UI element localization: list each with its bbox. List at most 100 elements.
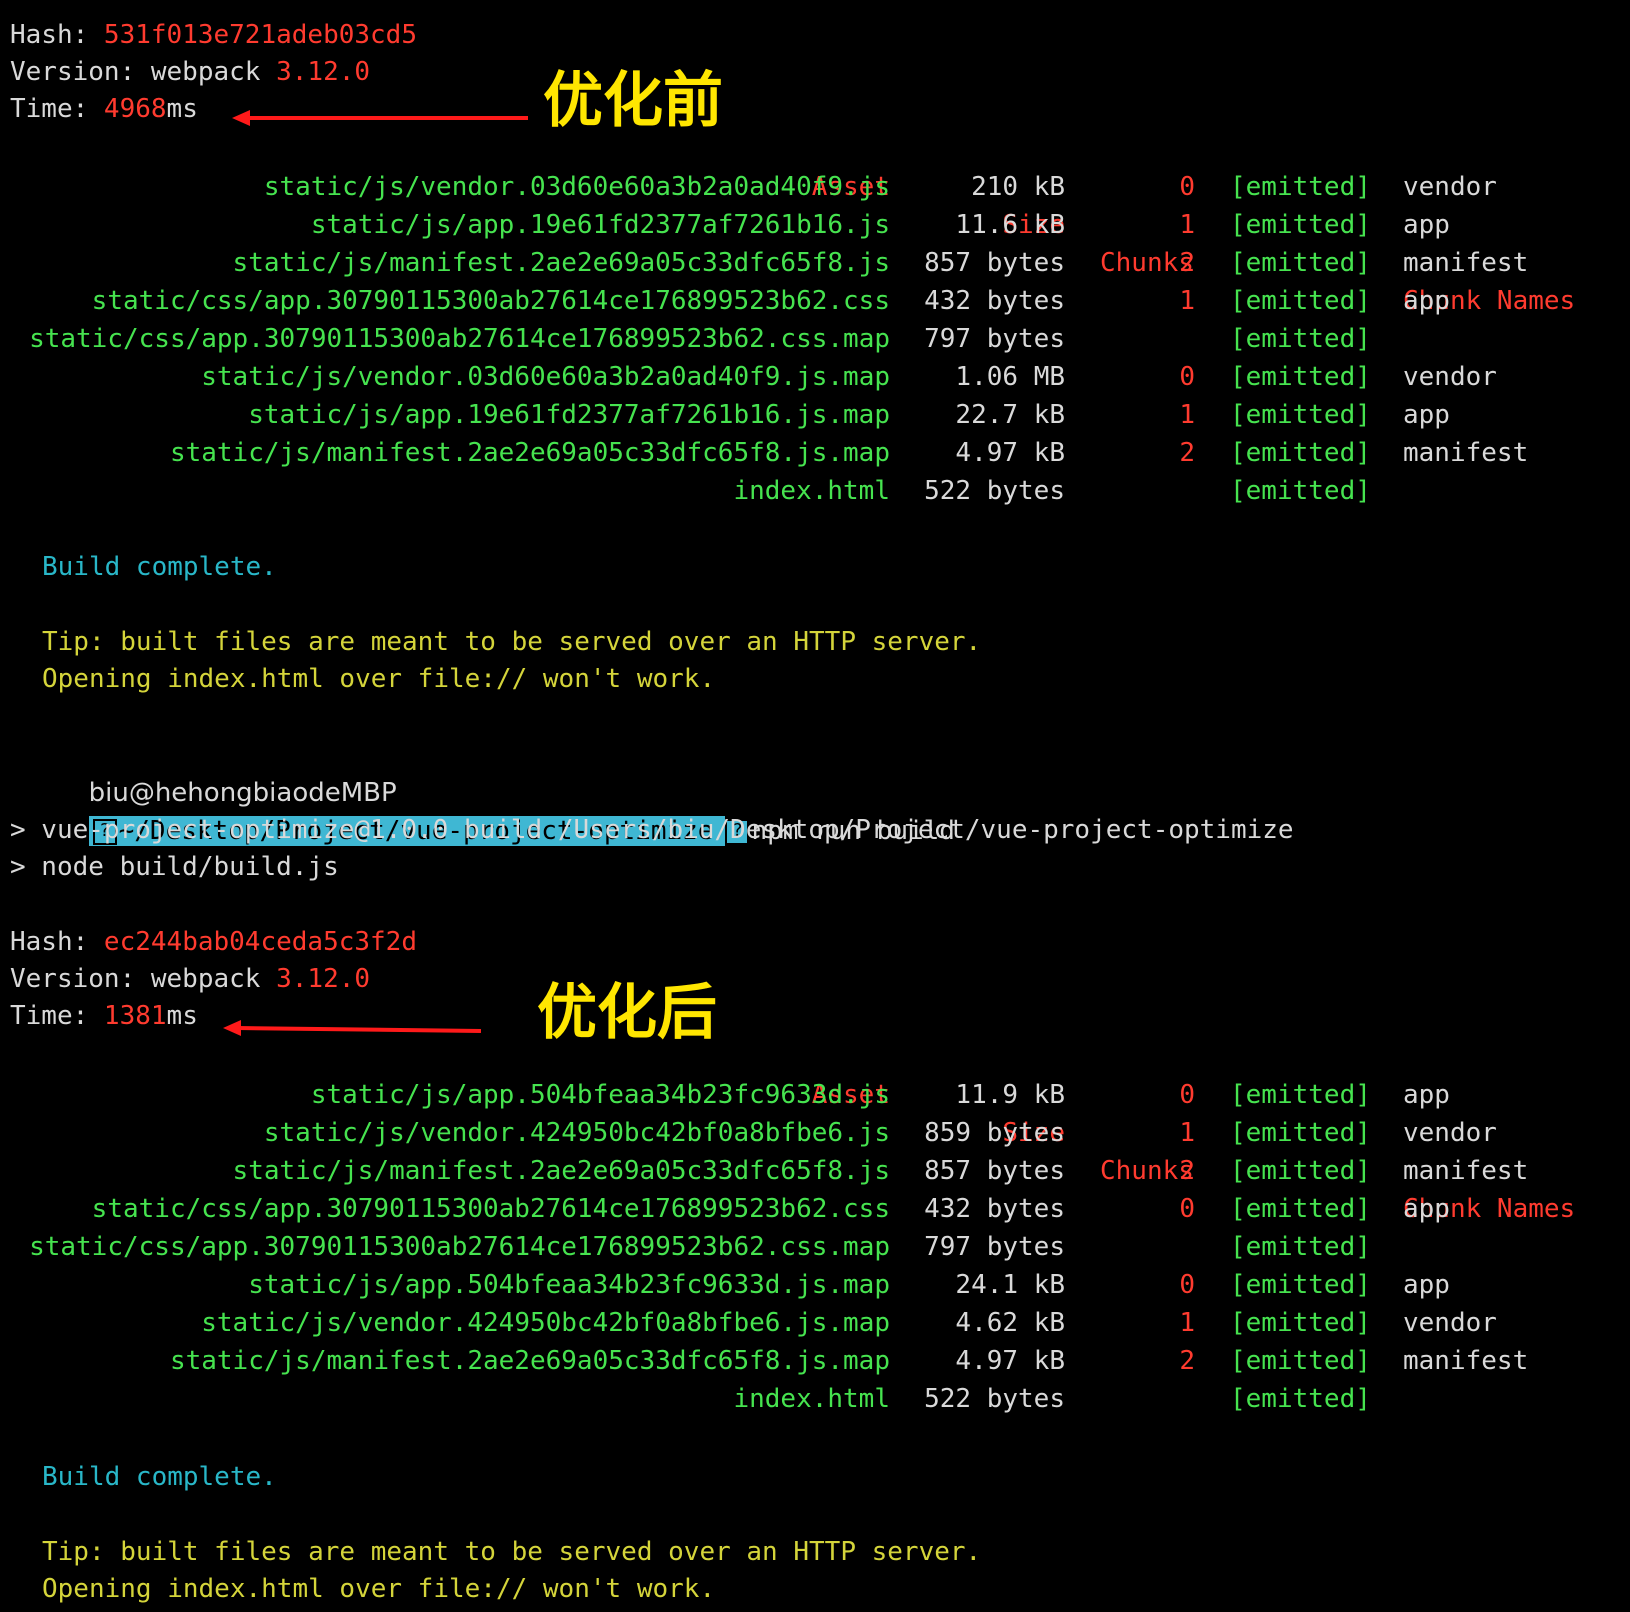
- terminal-output[interactable]: Hash: 531f013e721adeb03cd5 Version: webp…: [0, 0, 1630, 1612]
- table-row: static/js/manifest.2ae2e69a05c33dfc65f8.…: [0, 1152, 1630, 1190]
- asset-name: index.html: [733, 476, 890, 506]
- time-label: Time:: [10, 1001, 104, 1031]
- table-row: static/js/manifest.2ae2e69a05c33dfc65f8.…: [0, 1342, 1630, 1380]
- asset-size: 4.97 kB: [955, 438, 1065, 468]
- chunk-name: manifest: [1403, 438, 1529, 468]
- asset-name: index.html: [733, 1384, 890, 1414]
- shell-prompt: biu@hehongbiaodeMBP ? ~/Desktop/Project/v…: [26, 736, 955, 846]
- asset-name: static/js/vendor.424950bc42bf0a8bfbe6.js: [263, 1118, 890, 1148]
- asset-name: static/js/manifest.2ae2e69a05c33dfc65f8.…: [232, 1156, 890, 1186]
- chunk-name: app: [1403, 210, 1450, 240]
- emitted-status: [emitted]: [1230, 1232, 1371, 1262]
- chunk-id: 0: [1179, 1080, 1195, 1110]
- table-row: static/js/app.504bfeaa34b23fc9633d.js.ma…: [0, 1266, 1630, 1304]
- table-row: static/js/vendor.424950bc42bf0a8bfbe6.js…: [0, 1114, 1630, 1152]
- asset-name: static/js/manifest.2ae2e69a05c33dfc65f8.…: [169, 1346, 890, 1376]
- before-annotation: 优化前: [543, 66, 723, 136]
- before-time-line: Time: 4968ms: [10, 90, 198, 128]
- before-version-line: Version: webpack 3.12.0: [10, 53, 370, 91]
- table-row: static/js/vendor.424950bc42bf0a8bfbe6.js…: [0, 1304, 1630, 1342]
- table-row: index.html 522 bytes [emitted]: [0, 472, 1630, 510]
- chunk-id: 2: [1179, 1156, 1195, 1186]
- emitted-status: [emitted]: [1230, 1194, 1371, 1224]
- npm-output-line-2: > node build/build.js: [10, 852, 339, 882]
- time-unit: ms: [166, 1001, 198, 1031]
- emitted-status: [emitted]: [1230, 1346, 1371, 1376]
- emitted-status: [emitted]: [1230, 172, 1371, 202]
- chunk-id: 1: [1179, 210, 1195, 240]
- chunk-id: 2: [1179, 248, 1195, 278]
- table-row: static/js/manifest.2ae2e69a05c33dfc65f8.…: [0, 434, 1630, 472]
- chunk-name: app: [1403, 1194, 1450, 1224]
- table-row: static/js/app.504bfeaa34b23fc9633d.js 11.…: [0, 1076, 1630, 1114]
- chunk-name: vendor: [1403, 172, 1497, 202]
- hash-label: Hash:: [10, 20, 104, 50]
- webpack-version: 3.12.0: [276, 57, 371, 87]
- asset-name: static/js/app.19e61fd2377af7261b16.js.ma…: [248, 400, 890, 430]
- emitted-status: [emitted]: [1230, 248, 1371, 278]
- emitted-status: [emitted]: [1230, 1384, 1371, 1414]
- asset-size: 4.62 kB: [955, 1308, 1065, 1338]
- after-version-line: Version: webpack 3.12.0: [10, 960, 370, 998]
- asset-size: 22.7 kB: [955, 400, 1065, 430]
- asset-name: static/css/app.30790115300ab27614ce17689…: [91, 1194, 890, 1224]
- asset-size: 522 bytes: [924, 1384, 1065, 1414]
- chunk-name: app: [1403, 286, 1450, 316]
- asset-name: static/js/app.504bfeaa34b23fc9633d.js: [310, 1080, 890, 1110]
- asset-size: 24.1 kB: [955, 1270, 1065, 1300]
- asset-size: 857 bytes: [924, 1156, 1065, 1186]
- chunk-name: app: [1403, 1270, 1450, 1300]
- emitted-status: [emitted]: [1230, 438, 1371, 468]
- asset-size: 210 kB: [971, 172, 1065, 202]
- chunk-name: manifest: [1403, 1156, 1529, 1186]
- chunk-name: vendor: [1403, 1118, 1497, 1148]
- npm-output-line-1: > vue-project-optimize@1.0.0 build /User…: [10, 815, 1294, 845]
- asset-name: static/js/vendor.03d60e60a3b2a0ad40f9.js: [263, 172, 890, 202]
- asset-name: static/js/app.19e61fd2377af7261b16.js: [310, 210, 890, 240]
- chunk-id: 0: [1179, 1194, 1195, 1224]
- asset-name: static/css/app.30790115300ab27614ce17689…: [29, 1232, 890, 1262]
- asset-size: 11.9 kB: [955, 1080, 1065, 1110]
- before-arrow-icon: [232, 110, 528, 126]
- asset-size: 797 bytes: [924, 1232, 1065, 1262]
- emitted-status: [emitted]: [1230, 476, 1371, 506]
- table-row: static/css/app.30790115300ab27614ce17689…: [0, 320, 1630, 358]
- asset-size: 859 bytes: [924, 1118, 1065, 1148]
- chunk-id: 1: [1179, 400, 1195, 430]
- emitted-status: [emitted]: [1230, 1080, 1371, 1110]
- emitted-status: [emitted]: [1230, 1308, 1371, 1338]
- emitted-status: [emitted]: [1230, 286, 1371, 316]
- build-hash: 531f013e721adeb03cd5: [103, 20, 417, 50]
- time-unit: ms: [166, 94, 198, 124]
- chunk-id: 2: [1179, 1346, 1195, 1376]
- version-label: Version: webpack: [10, 57, 277, 87]
- after-table-header: Asset Size Chunks Chunk Names: [0, 1038, 1630, 1224]
- after-tip-line-1: Tip: built files are meant to be served …: [42, 1537, 982, 1567]
- chunk-name: manifest: [1403, 1346, 1529, 1376]
- asset-name: static/css/app.30790115300ab27614ce17689…: [91, 286, 890, 316]
- after-tip-line-2: Opening index.html over file:// won't wo…: [42, 1574, 716, 1604]
- hash-label: Hash:: [10, 927, 104, 957]
- table-row: index.html 522 bytes [emitted]: [0, 1380, 1630, 1418]
- after-hash-line: Hash: ec244bab04ceda5c3f2d: [10, 923, 417, 961]
- chunk-name: manifest: [1403, 248, 1529, 278]
- chunk-name: vendor: [1403, 1308, 1497, 1338]
- build-time: 1381: [103, 1001, 167, 1031]
- emitted-status: [emitted]: [1230, 400, 1371, 430]
- build-time: 4968: [103, 94, 167, 124]
- asset-name: static/js/manifest.2ae2e69a05c33dfc65f8.…: [232, 248, 890, 278]
- asset-name: static/js/app.504bfeaa34b23fc9633d.js.ma…: [248, 1270, 890, 1300]
- emitted-status: [emitted]: [1230, 210, 1371, 240]
- before-hash-line: Hash: 531f013e721adeb03cd5: [10, 16, 417, 54]
- emitted-status: [emitted]: [1230, 1118, 1371, 1148]
- asset-name: static/js/vendor.424950bc42bf0a8bfbe6.js…: [201, 1308, 890, 1338]
- table-row: static/js/vendor.03d60e60a3b2a0ad40f9.js…: [0, 358, 1630, 396]
- before-table-header: Asset Size Chunks Chunk Names: [0, 130, 1630, 316]
- table-row: static/js/app.19e61fd2377af7261b16.js.ma…: [0, 396, 1630, 434]
- table-row: static/js/manifest.2ae2e69a05c33dfc65f8.…: [0, 244, 1630, 282]
- version-label: Version: webpack: [10, 964, 277, 994]
- chunk-id: 0: [1179, 1270, 1195, 1300]
- chunk-name: app: [1403, 1080, 1450, 1110]
- chunk-id: 1: [1179, 286, 1195, 316]
- emitted-status: [emitted]: [1230, 362, 1371, 392]
